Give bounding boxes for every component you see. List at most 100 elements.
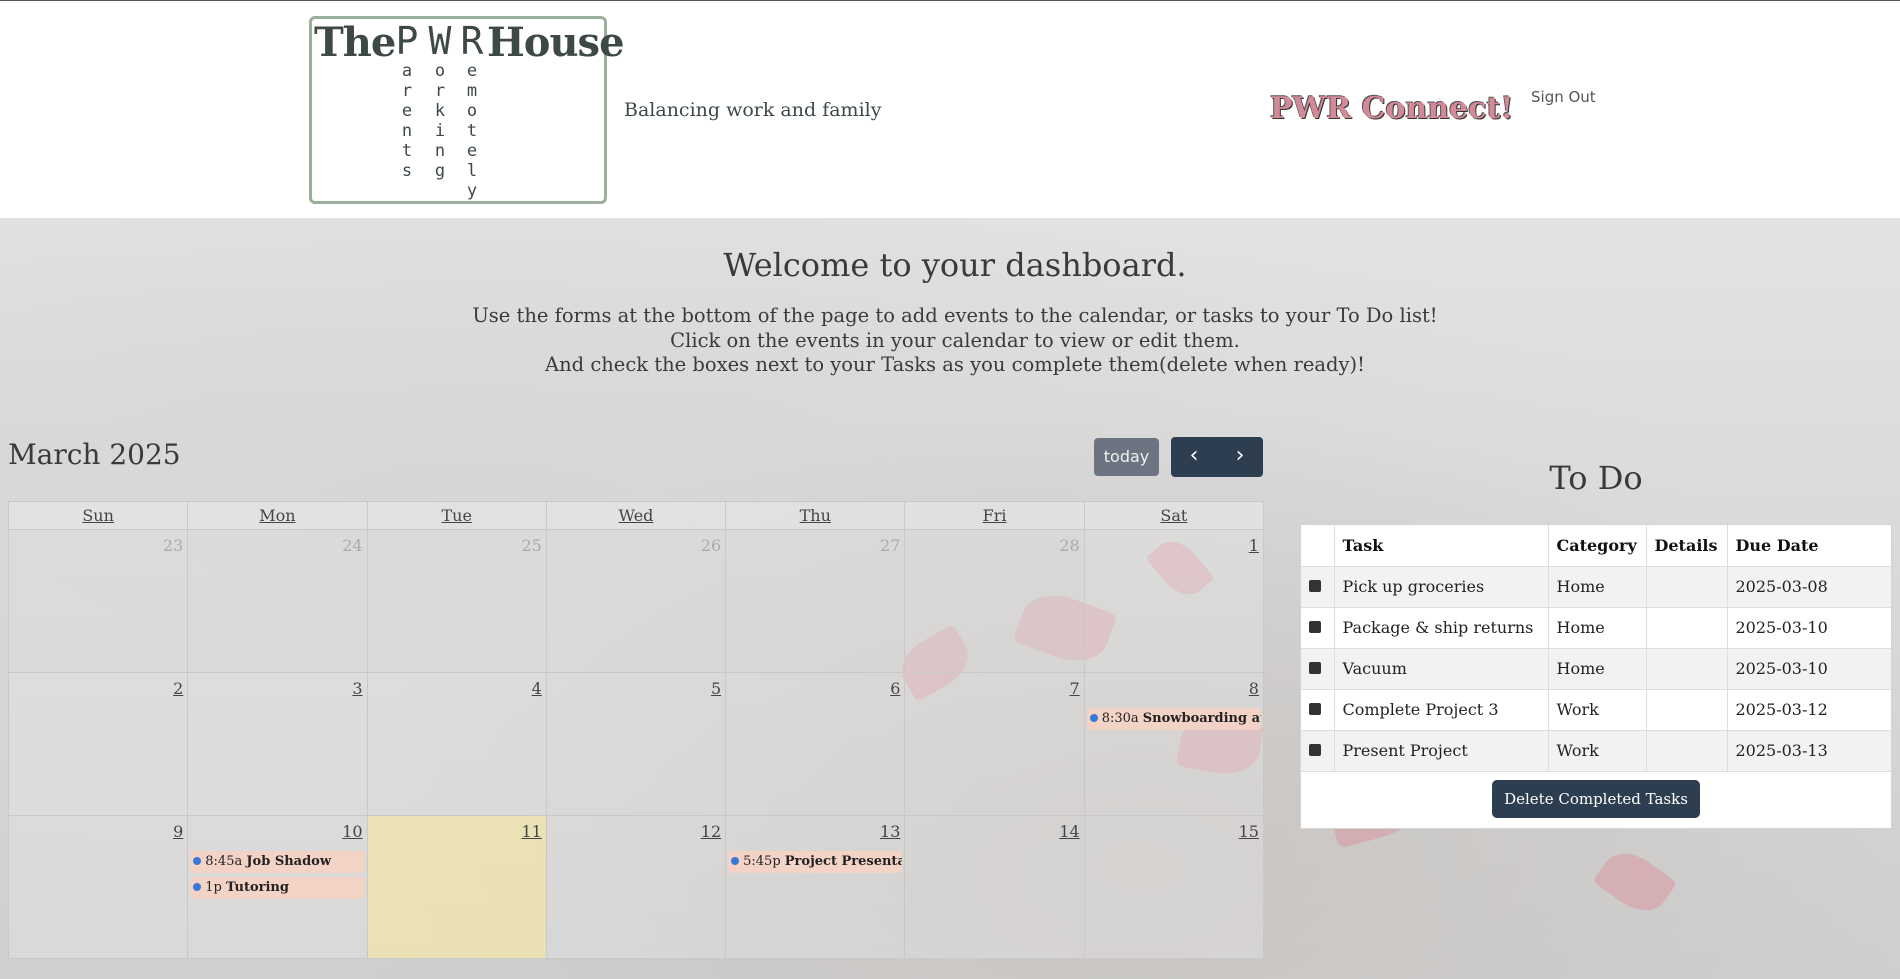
day-number[interactable]: 25 — [521, 536, 541, 555]
site-header: The P arents W orking R emotely House Ba… — [0, 0, 1900, 218]
todo-task: Complete Project 3 — [1334, 689, 1549, 731]
day-number[interactable]: 28 — [1059, 536, 1079, 555]
next-month-button[interactable]: › — [1217, 437, 1263, 477]
day-number[interactable]: 11 — [521, 822, 541, 841]
todo-due-date: 2025-03-12 — [1727, 689, 1891, 731]
sign-out-link[interactable]: Sign Out — [1531, 88, 1596, 106]
calendar-day-headers: Sun Mon Tue Wed Thu Fri Sat — [8, 501, 1264, 530]
event-title: Project Presentat — [784, 854, 903, 869]
day-header-sun[interactable]: Sun — [9, 502, 189, 529]
task-checkbox[interactable] — [1309, 580, 1321, 592]
todo-details — [1646, 730, 1728, 772]
task-checkbox[interactable] — [1309, 703, 1321, 715]
calendar-day[interactable]: 25 — [367, 530, 547, 673]
event-dot-icon — [193, 883, 202, 891]
logo-letter-r: R — [460, 19, 484, 63]
calendar-event[interactable]: 1p Tutoring — [190, 877, 365, 899]
day-number[interactable]: 3 — [352, 679, 362, 698]
todo-due-date: 2025-03-13 — [1727, 730, 1891, 772]
calendar-day[interactable]: 12 — [546, 816, 727, 959]
calendar-day[interactable]: 10 8:45a Job Shadow 1p Tutoring — [188, 816, 368, 959]
day-header-tue[interactable]: Tue — [368, 502, 547, 529]
calendar-day[interactable]: 5 — [546, 673, 727, 816]
day-header-wed[interactable]: Wed — [547, 502, 727, 529]
calendar-day[interactable]: 28 — [905, 530, 1085, 673]
todo-due-date: 2025-03-08 — [1727, 566, 1891, 608]
calendar-day[interactable]: 14 — [905, 816, 1085, 959]
todo-row: Vacuum Home 2025-03-10 — [1301, 648, 1891, 690]
logo-small-letter: m — [466, 81, 478, 101]
calendar-day[interactable]: 27 — [726, 530, 906, 673]
calendar-day[interactable]: 6 — [726, 673, 906, 816]
day-number[interactable]: 12 — [701, 822, 721, 841]
todo-check-cell — [1301, 648, 1335, 690]
logo-small-letter: y — [466, 181, 478, 201]
logo-small-letter: t — [401, 141, 413, 161]
logo-word-working: orking — [423, 61, 457, 181]
delete-completed-button[interactable]: Delete Completed Tasks — [1492, 779, 1700, 818]
day-number[interactable]: 14 — [1059, 822, 1079, 841]
todo-col-task: Task — [1334, 525, 1549, 567]
day-number[interactable]: 6 — [890, 679, 900, 698]
day-number[interactable]: 27 — [880, 536, 900, 555]
day-number[interactable]: 10 — [342, 822, 362, 841]
day-header-mon[interactable]: Mon — [188, 502, 368, 529]
todo-header-row: Task Category Details Due Date — [1301, 525, 1891, 567]
day-number[interactable]: 15 — [1239, 822, 1259, 841]
task-checkbox[interactable] — [1309, 621, 1321, 633]
day-header-thu[interactable]: Thu — [726, 502, 906, 529]
calendar-day[interactable]: 3 — [188, 673, 368, 816]
todo-check-cell — [1301, 607, 1335, 649]
logo-small-letter: i — [434, 121, 446, 141]
today-button[interactable]: today — [1094, 438, 1159, 476]
task-checkbox[interactable] — [1309, 662, 1321, 674]
calendar-event[interactable]: 8:45a Job Shadow — [190, 851, 365, 873]
calendar-week: 2 3 4 5 6 7 8 8:30a Snowboarding at — [8, 673, 1264, 816]
task-checkbox[interactable] — [1309, 744, 1321, 756]
calendar-event[interactable]: 5:45p Project Presentat — [728, 851, 903, 873]
calendar-day[interactable]: 7 — [905, 673, 1085, 816]
day-number[interactable]: 5 — [711, 679, 721, 698]
instruction-line: And check the boxes next to your Tasks a… — [545, 353, 1365, 376]
logo-small-letter: s — [401, 161, 413, 181]
day-number[interactable]: 23 — [163, 536, 183, 555]
calendar-day-today[interactable]: 11 — [367, 816, 547, 959]
day-number[interactable]: 1 — [1249, 536, 1259, 555]
instruction-line: Use the forms at the bottom of the page … — [472, 304, 1438, 327]
day-number[interactable]: 26 — [701, 536, 721, 555]
calendar-day[interactable]: 26 — [546, 530, 727, 673]
todo-task: Pick up groceries — [1334, 566, 1549, 608]
prev-month-button[interactable]: ‹ — [1171, 437, 1217, 477]
event-dot-icon — [1089, 714, 1098, 722]
calendar-day[interactable]: 13 5:45p Project Presentat — [726, 816, 906, 959]
todo-check-cell — [1301, 689, 1335, 731]
calendar-day[interactable]: 8 8:30a Snowboarding at — [1084, 673, 1264, 816]
logo-column-w: W orking — [423, 21, 457, 181]
day-header-sat[interactable]: Sat — [1085, 502, 1263, 529]
chevron-right-icon: › — [1235, 443, 1245, 468]
calendar-day[interactable]: 15 — [1084, 816, 1264, 959]
day-number[interactable]: 24 — [342, 536, 362, 555]
calendar-day[interactable]: 4 — [367, 673, 547, 816]
calendar-day[interactable]: 1 — [1084, 530, 1264, 673]
day-number[interactable]: 8 — [1249, 679, 1259, 698]
calendar-day[interactable]: 9 — [9, 816, 189, 959]
day-number[interactable]: 9 — [173, 822, 183, 841]
todo-due-date: 2025-03-10 — [1727, 648, 1891, 690]
logo-small-letter: n — [434, 141, 446, 161]
todo-task: Package & ship returns — [1334, 607, 1549, 649]
day-number[interactable]: 13 — [880, 822, 900, 841]
day-number[interactable]: 7 — [1070, 679, 1080, 698]
day-header-fri[interactable]: Fri — [905, 502, 1085, 529]
calendar-day[interactable]: 23 — [9, 530, 189, 673]
todo-category: Work — [1548, 689, 1647, 731]
day-number[interactable]: 2 — [173, 679, 183, 698]
todo-col-details: Details — [1646, 525, 1728, 567]
pwr-connect-link[interactable]: PWR Connect! — [1270, 91, 1514, 126]
day-number[interactable]: 4 — [532, 679, 542, 698]
calendar-event[interactable]: 8:30a Snowboarding at — [1086, 708, 1261, 730]
calendar-day[interactable]: 24 — [188, 530, 368, 673]
calendar-day[interactable]: 2 — [9, 673, 189, 816]
site-logo[interactable]: The P arents W orking R emotely House — [309, 16, 625, 204]
todo-category: Home — [1548, 648, 1647, 690]
